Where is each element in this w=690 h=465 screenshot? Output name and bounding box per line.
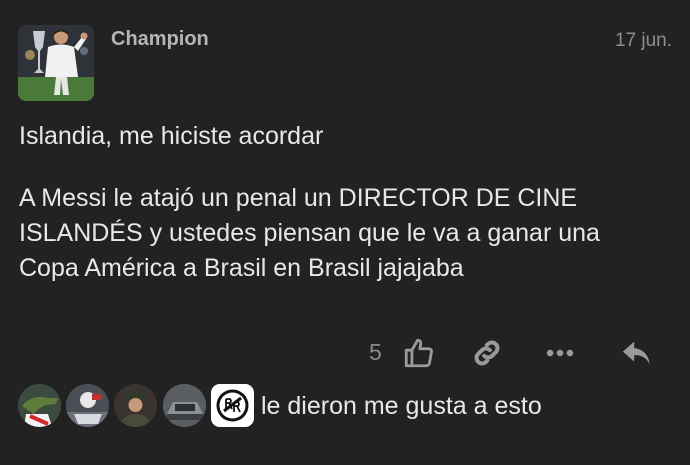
river-plate-logo-avatar[interactable] (211, 384, 254, 427)
racing-avatar[interactable] (66, 384, 109, 427)
like-count[interactable]: 5 (369, 339, 382, 366)
soldier-avatar[interactable] (114, 384, 157, 427)
author-name[interactable]: Champion (111, 28, 209, 51)
car-avatar[interactable] (163, 384, 206, 427)
like-icon[interactable] (402, 336, 436, 370)
crocodile-avatar[interactable] (18, 384, 61, 427)
more-icon[interactable] (543, 336, 577, 370)
post-paragraph: Islandia, me hiciste acordar (19, 122, 324, 150)
likers-row: le dieron me gusta a esto (18, 384, 678, 430)
likers-text: le dieron me gusta a esto (261, 392, 542, 420)
post-paragraph: A Messi le atajó un penal un DIRECTOR DE… (19, 184, 600, 282)
post-actions: 5 (0, 333, 690, 373)
link-icon[interactable] (470, 336, 504, 370)
reply-icon[interactable] (620, 336, 654, 370)
post-date[interactable]: 17 jun. (615, 30, 672, 52)
author-avatar[interactable] (18, 25, 94, 101)
forum-post: Champion 17 jun. Islandia, me hiciste ac… (0, 0, 690, 465)
avatar-image (18, 25, 94, 101)
